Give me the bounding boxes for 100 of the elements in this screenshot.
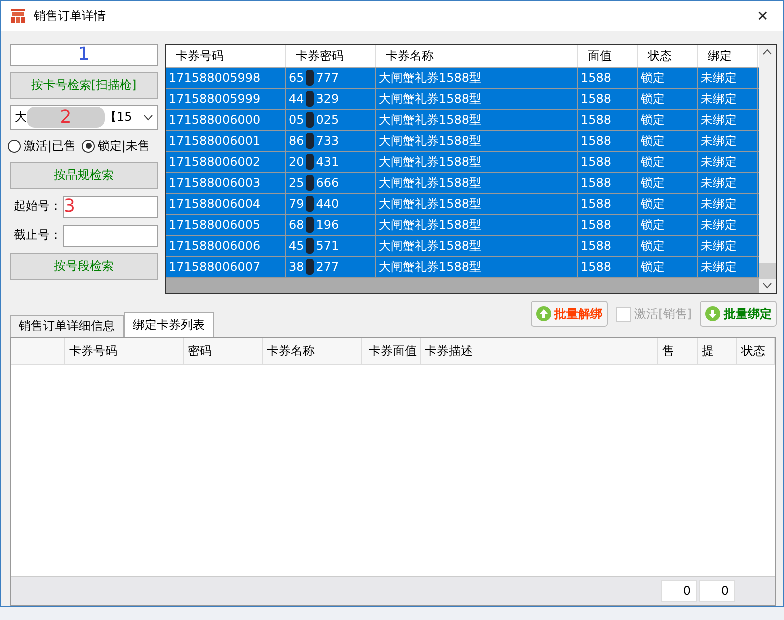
column-header: 密码 <box>188 344 212 358</box>
table-cell: 1588 <box>578 194 638 214</box>
scroll-down-icon[interactable] <box>763 283 772 289</box>
spec-dropdown[interactable]: 大 2 【15 <box>10 105 158 130</box>
redaction-mark <box>306 196 314 212</box>
column-header: 卡券密码 <box>286 45 376 67</box>
spec-search-button[interactable]: 按品规检索 <box>10 162 158 189</box>
table-cell: 锁定 <box>638 257 698 277</box>
column-header: 卡券面值 <box>369 344 418 358</box>
table-cell-text: 20 <box>289 154 304 171</box>
table-cell: 171588006003 <box>166 173 286 193</box>
count-field: 0 <box>661 580 697 602</box>
start-number-field[interactable]: 3 <box>63 196 158 218</box>
column-header: 绑定 <box>698 45 758 67</box>
card-number-field[interactable]: 1 <box>10 44 158 66</box>
table-cell: 1588 <box>578 152 638 172</box>
card-search-button[interactable]: 按卡号检索[扫描枪] <box>10 72 158 99</box>
table-cell-text: 44 <box>289 91 304 108</box>
tab[interactable]: 绑定卡券列表 <box>124 312 214 337</box>
table-row[interactable]: 171588006007 38 277 大闸蟹礼券1588型 1588 锁定 未绑定 <box>166 257 759 278</box>
table-cell: 大闸蟹礼券1588型 <box>376 257 578 277</box>
count-field: 0 <box>699 580 735 602</box>
table-cell: 锁定 <box>638 68 698 88</box>
app-logo-icon <box>10 8 26 24</box>
table-row[interactable]: 171588006001 86 733 大闸蟹礼券1588型 1588 锁定 未绑定 <box>166 131 759 152</box>
table-cell: 未绑定 <box>698 194 758 214</box>
table-cell-text: 440 <box>316 196 340 213</box>
table-cell: 锁定 <box>638 110 698 130</box>
table-cell: 大闸蟹礼券1588型 <box>376 194 578 214</box>
redaction-mark <box>306 91 314 107</box>
table-cell: 大闸蟹礼券1588型 <box>376 110 578 130</box>
table-cell: 锁定 <box>638 194 698 214</box>
end-number-field[interactable] <box>63 224 158 246</box>
table-cell: 未绑定 <box>698 68 758 88</box>
table-cell-text: 666 <box>316 175 340 192</box>
table-cell: 大闸蟹礼券1588型 <box>376 68 578 88</box>
column-header: 状态 <box>741 344 766 358</box>
table-cell: 锁定 <box>638 173 698 193</box>
table-row[interactable]: 171588006006 45 571 大闸蟹礼券1588型 1588 锁定 未绑定 <box>166 236 759 257</box>
table-cell: 未绑定 <box>698 152 758 172</box>
column-header: 卡券号码 <box>69 344 118 358</box>
redaction-mark <box>306 112 314 128</box>
table-cell: 大闸蟹礼券1588型 <box>376 89 578 109</box>
redaction-mark <box>306 175 314 191</box>
batch-unbind-button[interactable]: 批量解绑 <box>530 301 608 327</box>
table-cell-text: 329 <box>316 91 340 108</box>
table-cell: 大闸蟹礼券1588型 <box>376 131 578 151</box>
table-cell: 锁定 <box>638 131 698 151</box>
table-cell: 1588 <box>578 131 638 151</box>
scrollbar[interactable] <box>759 45 776 293</box>
table-cell: 171588005998 <box>166 68 286 88</box>
radio-option[interactable]: 激活|已售 <box>8 138 76 154</box>
radio-option[interactable]: 锁定|未售 <box>82 138 150 154</box>
column-header: 卡券名称 <box>267 344 316 358</box>
redaction-mark <box>306 259 314 275</box>
table-cell: 171588006000 <box>166 110 286 130</box>
column-header: 提 <box>702 344 714 358</box>
table-cell: 锁定 <box>638 89 698 109</box>
table-row[interactable]: 171588006005 68 196 大闸蟹礼券1588型 1588 锁定 未绑定 <box>166 215 759 236</box>
field-label: 起始号： <box>14 198 62 215</box>
table-row[interactable]: 171588006004 79 440 大闸蟹礼券1588型 1588 锁定 未绑定 <box>166 194 759 215</box>
table-cell: 1588 <box>578 110 638 130</box>
table-cell: 大闸蟹礼券1588型 <box>376 236 578 256</box>
table-row[interactable]: 171588006002 20 431 大闸蟹礼券1588型 1588 锁定 未绑定 <box>166 152 759 173</box>
scroll-up-icon[interactable] <box>763 49 772 55</box>
window-title: 销售订单详情 <box>34 8 107 24</box>
table-cell-text: 79 <box>289 196 304 213</box>
table-cell-text: 45 <box>289 238 304 255</box>
column-header: 卡券描述 <box>425 344 474 358</box>
dropdown-caret-icon <box>144 114 153 120</box>
field-label: 截止号： <box>14 227 62 244</box>
table-cell: 未绑定 <box>698 215 758 235</box>
column-header: 面值 <box>578 45 638 67</box>
table-cell: 171588006002 <box>166 152 286 172</box>
table-cell: 未绑定 <box>698 131 758 151</box>
table-row[interactable]: 171588005998 65 777 大闸蟹礼券1588型 1588 锁定 未绑定 <box>166 68 759 89</box>
close-button[interactable]: ✕ <box>743 1 783 31</box>
table-cell: 171588006007 <box>166 257 286 277</box>
scroll-thumb[interactable] <box>759 263 776 279</box>
table-row[interactable]: 171588005999 44 329 大闸蟹礼券1588型 1588 锁定 未绑定 <box>166 89 759 110</box>
batch-bind-button[interactable]: 批量绑定 <box>700 301 777 327</box>
table-cell-text: 025 <box>316 112 340 129</box>
table-cell: 171588006001 <box>166 131 286 151</box>
tab[interactable]: 销售订单详细信息 <box>10 315 124 337</box>
table-cell: 锁定 <box>638 215 698 235</box>
redaction-mark <box>306 133 314 149</box>
table-cell-text: 733 <box>316 133 340 150</box>
table-cell: 171588006006 <box>166 236 286 256</box>
column-header: 售 <box>662 344 674 358</box>
redaction-mark <box>306 154 314 170</box>
column-header: 卡券名称 <box>376 45 578 67</box>
table-cell-text: 431 <box>316 154 340 171</box>
table-row[interactable]: 171588006000 05 025 大闸蟹礼券1588型 1588 锁定 未绑定 <box>166 110 759 131</box>
table-cell: 锁定 <box>638 152 698 172</box>
table-cell: 大闸蟹礼券1588型 <box>376 215 578 235</box>
column-header: 卡券号码 <box>166 45 286 67</box>
table-row[interactable]: 171588006003 25 666 大闸蟹礼券1588型 1588 锁定 未绑定 <box>166 173 759 194</box>
table-cell: 锁定 <box>638 236 698 256</box>
range-search-button[interactable]: 按号段检索 <box>10 253 158 280</box>
table-cell: 1588 <box>578 257 638 277</box>
